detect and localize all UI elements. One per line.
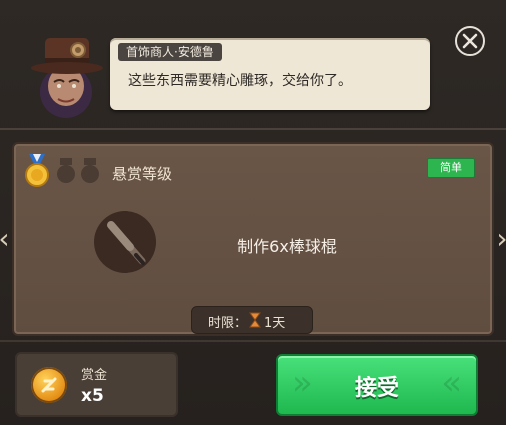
hourglass-icon bbox=[249, 312, 261, 332]
medal-icon bbox=[24, 154, 50, 192]
task-description: 制作6x棒球棍 bbox=[237, 237, 337, 256]
divider bbox=[0, 340, 506, 342]
time-limit: 时限： 1天 bbox=[191, 306, 313, 334]
close-icon bbox=[462, 33, 478, 49]
npc-name: 首饰商人·安德鲁 bbox=[118, 43, 222, 61]
rank-slot-empty bbox=[80, 158, 100, 184]
accept-button[interactable]: » « 接受 bbox=[276, 354, 478, 416]
rank-slot-empty bbox=[56, 158, 76, 184]
divider bbox=[0, 128, 506, 130]
baseball-bat-icon bbox=[94, 211, 156, 273]
close-button[interactable] bbox=[455, 26, 485, 56]
difficulty-badge: 简单 bbox=[427, 158, 475, 178]
chevron-right-icon[interactable]: › bbox=[495, 222, 506, 256]
chevron-left-icon[interactable]: ‹ bbox=[0, 222, 11, 256]
npc-dialogue-box: 首饰商人·安德鲁 这些东西需要精心雕琢，交给你了。 bbox=[110, 38, 430, 110]
time-limit-value: 1天 bbox=[264, 316, 286, 331]
coin-icon bbox=[31, 367, 67, 403]
time-limit-label: 时限： bbox=[208, 316, 248, 331]
npc-avatar bbox=[28, 28, 106, 120]
reward-label: 赏金 bbox=[81, 368, 108, 383]
reward-quantity: x5 bbox=[81, 386, 104, 406]
reward-box: 赏金 x5 bbox=[15, 352, 178, 417]
accept-label: 接受 bbox=[354, 376, 399, 401]
rank-label: 悬赏等级 bbox=[112, 165, 173, 183]
npc-dialogue: 这些东西需要精心雕琢，交给你了。 bbox=[128, 73, 352, 89]
